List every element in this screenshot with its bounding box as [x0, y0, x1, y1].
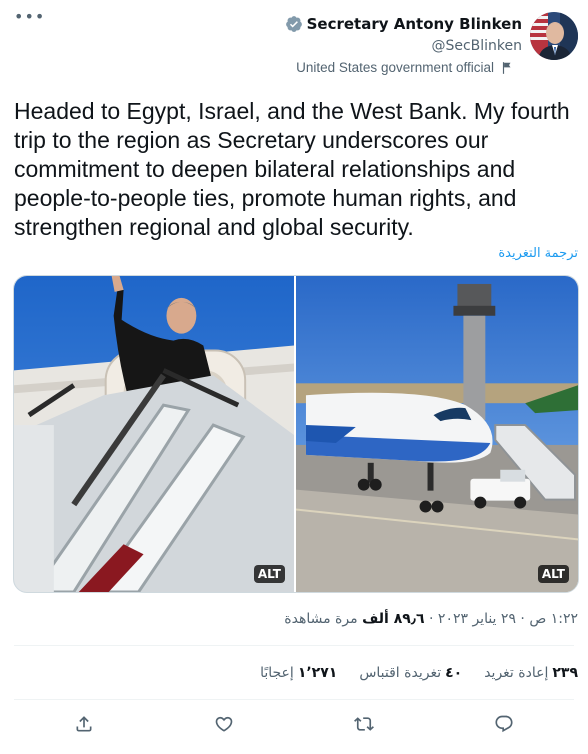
reply-button[interactable]: [486, 706, 522, 742]
tweet-date[interactable]: ٢٩ يناير ٢٠٢٣: [438, 611, 516, 627]
translate-tweet-link[interactable]: ترجمة التغريدة: [498, 246, 578, 261]
tweet-text: Headed to Egypt, Israel, and the West Ba…: [14, 98, 570, 240]
engagement-stats: ٢٣٩إعادة تغريد ٤٠تغريدة اقتباس ١٬٢٧١إعجا…: [238, 665, 578, 681]
author-text: Secretary Antony Blinken @SecBlinken: [285, 12, 522, 56]
retweets-label: إعادة تغريد: [484, 665, 549, 681]
retweets-stat[interactable]: ٢٣٩إعادة تغريد: [484, 665, 578, 681]
separator-dot: ·: [424, 611, 434, 627]
photo-boarding-plane[interactable]: ALT: [14, 276, 294, 592]
views-count: ٨٩٫٦ ألف: [362, 611, 425, 627]
alt-text-badge[interactable]: ALT: [253, 565, 285, 583]
government-label-text: United States government official: [296, 60, 494, 75]
divider: [14, 645, 574, 646]
retweets-count: ٢٣٩: [552, 665, 578, 681]
like-button[interactable]: [206, 706, 242, 742]
reply-icon: [495, 715, 513, 733]
tweet-time[interactable]: ١:٢٢ ص: [529, 611, 578, 627]
tweet-meta: ١:٢٢ ص · ٢٩ يناير ٢٠٢٣ · ٨٩٫٦ ألف مرة مش…: [284, 611, 578, 627]
media-grid: ALT ALT: [13, 275, 579, 593]
retweet-button[interactable]: [346, 706, 382, 742]
action-bar: [14, 702, 574, 746]
tweet-author[interactable]: Secretary Antony Blinken @SecBlinken: [285, 12, 578, 60]
quotes-count: ٤٠: [445, 665, 463, 681]
views-label: مرة مشاهدة: [284, 611, 358, 627]
likes-stat[interactable]: ١٬٢٧١إعجابًا: [260, 665, 337, 681]
flag-icon: [502, 61, 511, 74]
display-name[interactable]: Secretary Antony Blinken: [307, 14, 522, 34]
more-options-icon[interactable]: •••: [14, 9, 44, 30]
avatar[interactable]: [530, 12, 578, 60]
divider: [14, 699, 574, 700]
share-button[interactable]: [66, 706, 102, 742]
heart-icon: [215, 716, 233, 732]
quotes-label: تغريدة اقتباس: [359, 665, 442, 681]
photo-airplane-tarmac[interactable]: ALT: [296, 276, 578, 592]
likes-label: إعجابًا: [260, 665, 294, 681]
separator-dot: ·: [515, 611, 525, 627]
retweet-icon: [354, 717, 374, 731]
author-handle[interactable]: @SecBlinken: [285, 36, 522, 56]
verified-badge-icon: [285, 16, 302, 32]
quotes-stat[interactable]: ٤٠تغريدة اقتباس: [359, 665, 462, 681]
likes-count: ١٬٢٧١: [297, 665, 338, 681]
name-row: Secretary Antony Blinken: [285, 14, 522, 34]
share-icon: [76, 716, 92, 732]
alt-text-badge[interactable]: ALT: [537, 565, 569, 583]
government-label[interactable]: United States government official: [296, 60, 514, 75]
